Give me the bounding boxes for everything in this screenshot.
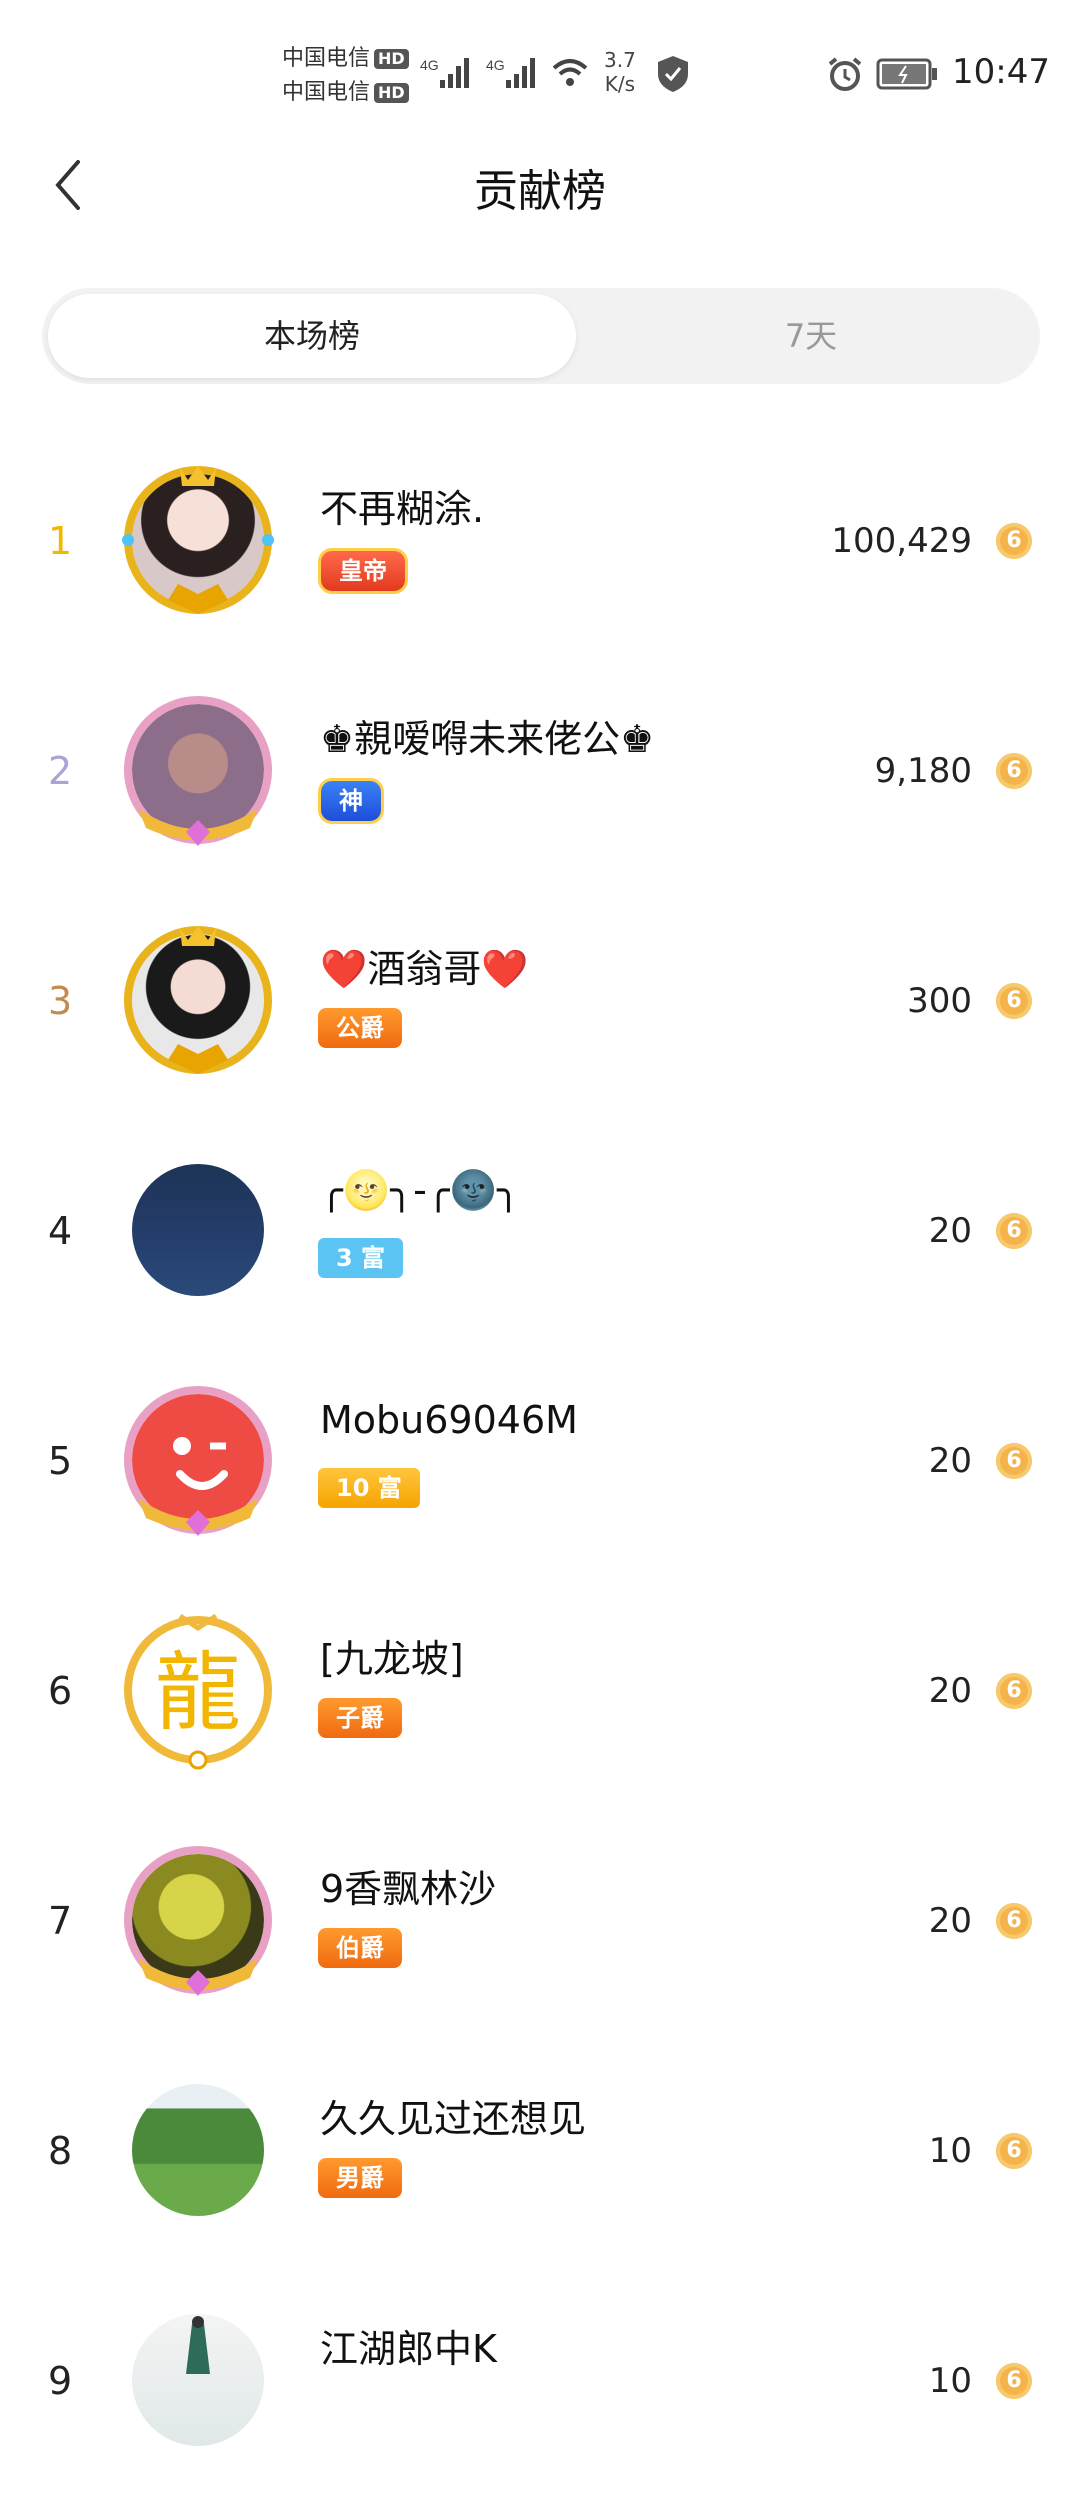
rank-number: 5 — [48, 1439, 73, 1483]
level-badge: 皇帝 — [318, 548, 408, 594]
carrier-info: 中国电信 HD 中国电信 HD — [282, 42, 409, 110]
ranking-row[interactable]: 6 龍 [九龙坡] 子爵 20 6 — [0, 1590, 1080, 1820]
avatar-frame-icon — [124, 1386, 272, 1536]
coin-icon: 6 — [996, 1673, 1032, 1709]
rank-number: 2 — [48, 749, 73, 793]
speed-value: 3.7 — [604, 48, 636, 72]
ranking-row[interactable]: 7 9香飘林沙 伯爵 20 6 — [0, 1820, 1080, 2050]
level-badge: 伯爵 — [318, 1928, 402, 1968]
coin-icon: 6 — [996, 523, 1032, 559]
tab-current-show[interactable]: 本场榜 — [48, 294, 576, 378]
level-badge: 公爵 — [318, 1008, 402, 1048]
avatar[interactable] — [118, 460, 278, 620]
contribution-score: 20 — [928, 1671, 972, 1711]
avatar[interactable] — [118, 2300, 278, 2460]
level-badge: 神 — [318, 778, 384, 824]
contribution-score: 20 — [928, 1211, 972, 1251]
user-name: [九龙坡] — [320, 1637, 464, 1681]
coin-icon: 6 — [996, 1213, 1032, 1249]
contribution-score: 9,180 — [874, 751, 972, 791]
coin-icon: 6 — [996, 1903, 1032, 1939]
user-name: ❤️酒翁哥❤️ — [320, 947, 529, 991]
carrier-1: 中国电信 — [282, 46, 371, 71]
ranking-row[interactable]: 3 ❤️酒翁哥❤️ 公爵 300 6 — [0, 900, 1080, 1130]
ranking-row[interactable]: 9 江湖郎中K 10 6 — [0, 2280, 1080, 2510]
user-name: 9香飘林沙 — [320, 1867, 497, 1911]
user-name: 久久见过还想见 — [320, 2097, 587, 2141]
avatar[interactable] — [118, 1380, 278, 1540]
clock: 10:47 — [952, 52, 1050, 92]
avatar-frame-icon — [124, 696, 272, 846]
avatar-frame-icon — [124, 926, 272, 1074]
contribution-score: 20 — [928, 1901, 972, 1941]
contribution-score: 20 — [928, 1441, 972, 1481]
status-bar: 中国电信 HD 中国电信 HD 4G 4G 3.7 K/s 10:47 — [0, 0, 1080, 150]
user-name: 不再糊涂. — [320, 487, 485, 531]
signal-icon: 4G — [420, 57, 469, 88]
avatar[interactable] — [118, 920, 278, 1080]
ranking-row[interactable]: 5 Mobu69046M 10 富 20 6 — [0, 1360, 1080, 1590]
coin-icon: 6 — [996, 983, 1032, 1019]
contribution-score: 10 — [928, 2361, 972, 2401]
figure-icon — [186, 2316, 210, 2374]
coin-icon: 6 — [996, 2363, 1032, 2399]
alarm-icon — [828, 57, 862, 91]
rank-number: 1 — [48, 519, 73, 563]
contribution-score: 300 — [907, 981, 972, 1021]
user-name: 江湖郎中K — [320, 2327, 497, 2371]
rank-number: 7 — [48, 1899, 73, 1943]
rank-number: 8 — [48, 2129, 73, 2173]
avatar[interactable] — [118, 1840, 278, 2000]
rank-number: 4 — [48, 1209, 73, 1253]
rank-number: 3 — [48, 979, 73, 1023]
ranking-list: 1 不再糊涂. 皇帝 100,429 6 2 ♚親嗳嘚未来佬公♚ 神 9,180… — [0, 440, 1080, 2510]
network-speed: 3.7 K/s — [604, 48, 636, 96]
avatar-frame-icon — [124, 1846, 272, 1996]
wifi-icon — [552, 59, 588, 86]
avatar-frame-icon — [124, 1613, 272, 1770]
ranking-row[interactable]: 4 ╭🌝╮-╭🌚╮ 3 富 20 6 — [0, 1130, 1080, 1360]
level-badge: 3 富 — [318, 1238, 404, 1278]
avatar[interactable] — [118, 2070, 278, 2230]
user-name: Mobu69046M — [320, 1398, 578, 1442]
coin-icon: 6 — [996, 2133, 1032, 2169]
rank-number: 6 — [48, 1669, 73, 1713]
battery-icon — [876, 58, 937, 90]
network-type-label: 4G — [486, 57, 505, 73]
signal-icon: 4G — [486, 57, 535, 88]
user-name: ╭🌝╮-╭🌚╮ — [320, 1168, 520, 1212]
coin-icon: 6 — [996, 753, 1032, 789]
shield-icon — [658, 56, 688, 92]
network-type-label: 4G — [420, 57, 439, 73]
tab-bar: 本场榜 7天 — [42, 288, 1040, 384]
avatar-frame-icon — [122, 466, 274, 614]
avatar[interactable] — [118, 690, 278, 850]
hd-badge: HD — [374, 83, 409, 103]
level-badge: 子爵 — [318, 1698, 402, 1738]
rank-number: 9 — [48, 2359, 73, 2403]
user-name: ♚親嗳嘚未来佬公♚ — [320, 717, 655, 761]
hd-badge: HD — [374, 49, 409, 69]
contribution-score: 100,429 — [831, 521, 972, 561]
coin-icon: 6 — [996, 1443, 1032, 1479]
ranking-row[interactable]: 1 不再糊涂. 皇帝 100,429 6 — [0, 440, 1080, 670]
page-title: 贡献榜 — [474, 166, 606, 217]
contribution-score: 10 — [928, 2131, 972, 2171]
ranking-row[interactable]: 2 ♚親嗳嘚未来佬公♚ 神 9,180 6 — [0, 670, 1080, 900]
level-badge: 男爵 — [318, 2158, 402, 2198]
carrier-2: 中国电信 — [282, 80, 371, 105]
avatar[interactable] — [118, 1150, 278, 1310]
avatar[interactable]: 龍 — [118, 1610, 278, 1770]
speed-unit: K/s — [604, 72, 636, 96]
tab-7-days[interactable]: 7天 — [582, 288, 1040, 384]
level-badge: 10 富 — [318, 1468, 420, 1508]
ranking-row[interactable]: 8 久久见过还想见 男爵 10 6 — [0, 2050, 1080, 2280]
